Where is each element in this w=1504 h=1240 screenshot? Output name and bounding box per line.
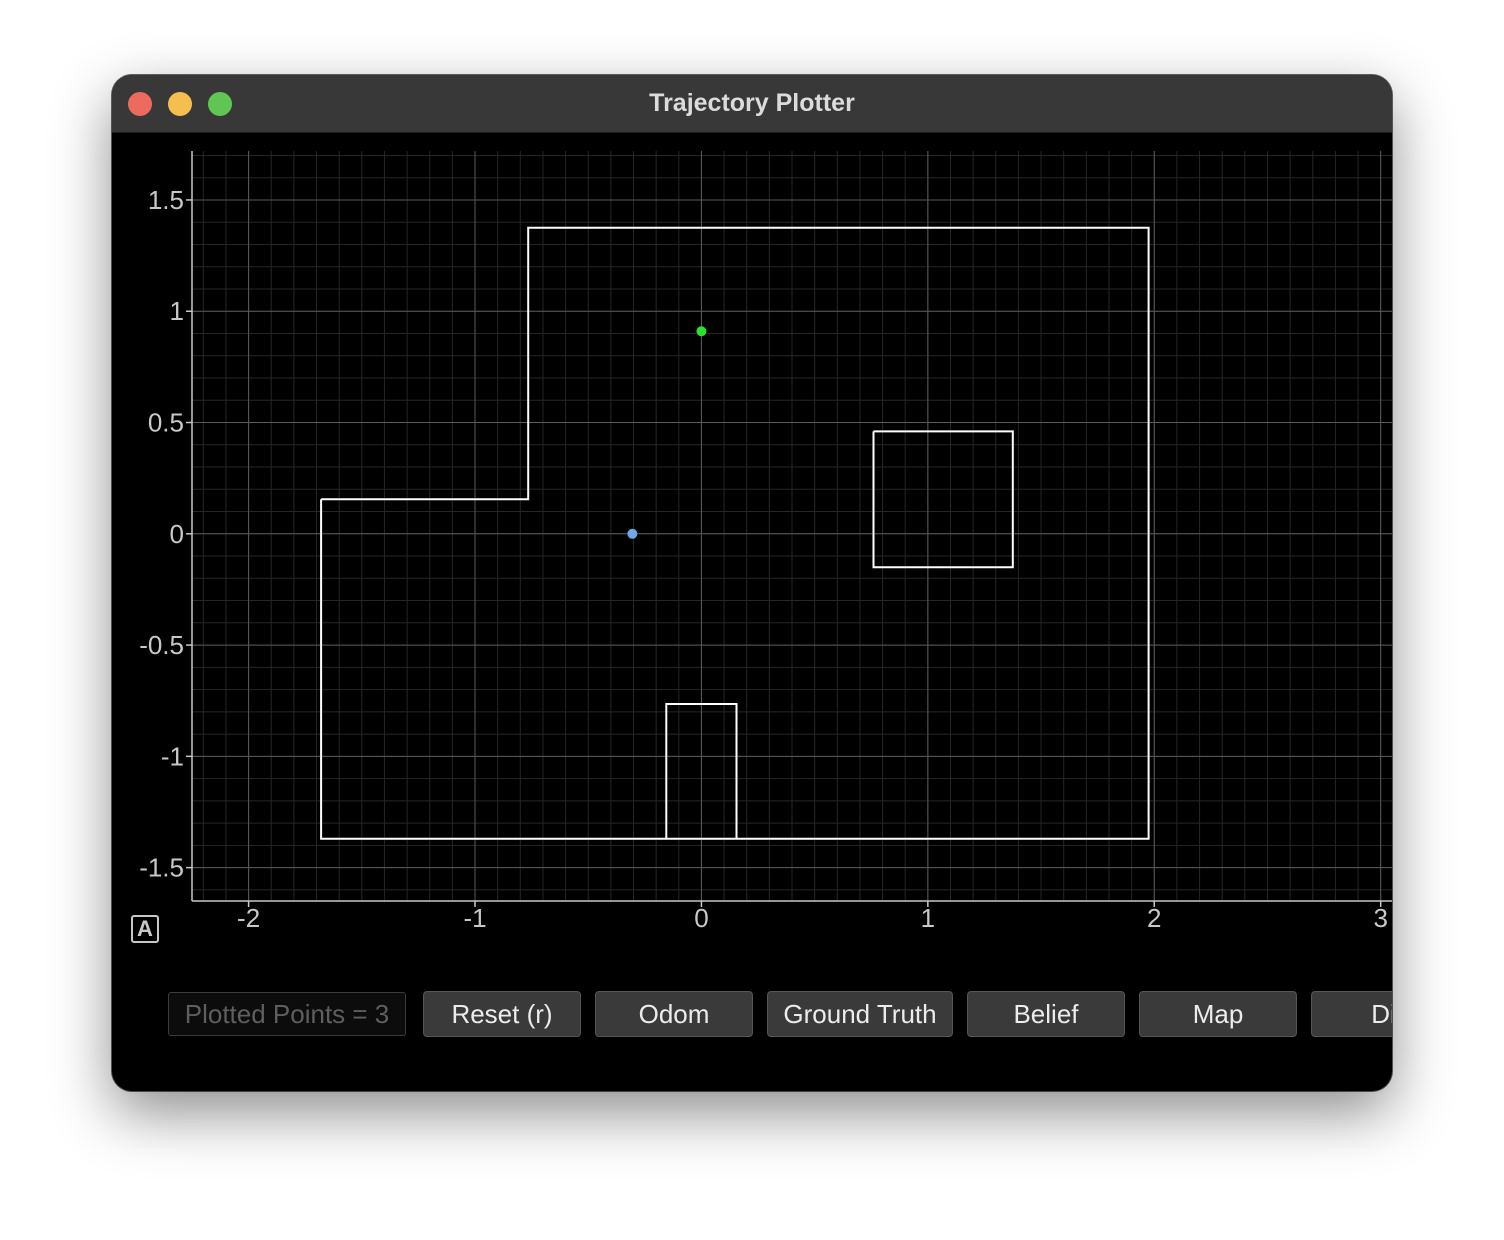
x-tick-label: -1 xyxy=(463,903,486,933)
y-tick-label: -1 xyxy=(161,741,184,771)
plotted-points xyxy=(627,326,707,539)
auto-range-button[interactable]: A xyxy=(131,915,159,943)
reset-button[interactable]: Reset (r) xyxy=(423,991,581,1037)
plotted-points-field: Plotted Points = 3 xyxy=(168,992,406,1036)
x-tick-label: 1 xyxy=(921,903,935,933)
odom-button[interactable]: Odom xyxy=(595,991,753,1037)
tick-labels: -2 -1 0 1 2 3 1.5 1 0.5 0 -0.5 -1 -1.5 xyxy=(139,185,1388,933)
map-button[interactable]: Map xyxy=(1139,991,1297,1037)
x-tick-label: 3 xyxy=(1373,903,1387,933)
ground-truth-button[interactable]: Ground Truth xyxy=(767,991,953,1037)
map-wall-1 xyxy=(320,226,1150,840)
trajectory-plot[interactable]: -2 -1 0 1 2 3 1.5 1 0.5 0 -0.5 -1 -1.5 xyxy=(112,132,1392,972)
title-bar[interactable]: Trajectory Plotter xyxy=(112,75,1392,133)
y-tick-label: 0.5 xyxy=(148,408,184,438)
ground-truth-point xyxy=(696,326,707,337)
x-tick-label: -2 xyxy=(237,903,260,933)
dist-button[interactable]: Dis xyxy=(1311,991,1392,1037)
y-tick-label: -0.5 xyxy=(139,630,184,660)
y-tick-label: 1.5 xyxy=(148,185,184,215)
x-tick-label: 0 xyxy=(694,903,708,933)
y-tick-label: 1 xyxy=(170,296,184,326)
minor-grid xyxy=(192,151,1392,901)
plot-axes xyxy=(186,151,1392,907)
window-title: Trajectory Plotter xyxy=(649,89,855,117)
app-window: Trajectory Plotter -2 -1 0 1 2 3 1.5 1 0.5 0 -0.5-… xyxy=(112,75,1392,1091)
x-tick-label: 2 xyxy=(1147,903,1161,933)
y-tick-label: -1.5 xyxy=(139,853,184,883)
map-wall-2 xyxy=(872,430,1014,569)
y-tick-label: 0 xyxy=(170,519,184,549)
map-walls xyxy=(320,226,1150,840)
odom-point xyxy=(627,528,638,539)
belief-button[interactable]: Belief xyxy=(967,991,1125,1037)
toolbar: Plotted Points = 3 Reset (r) Odom Ground… xyxy=(112,990,1392,1040)
